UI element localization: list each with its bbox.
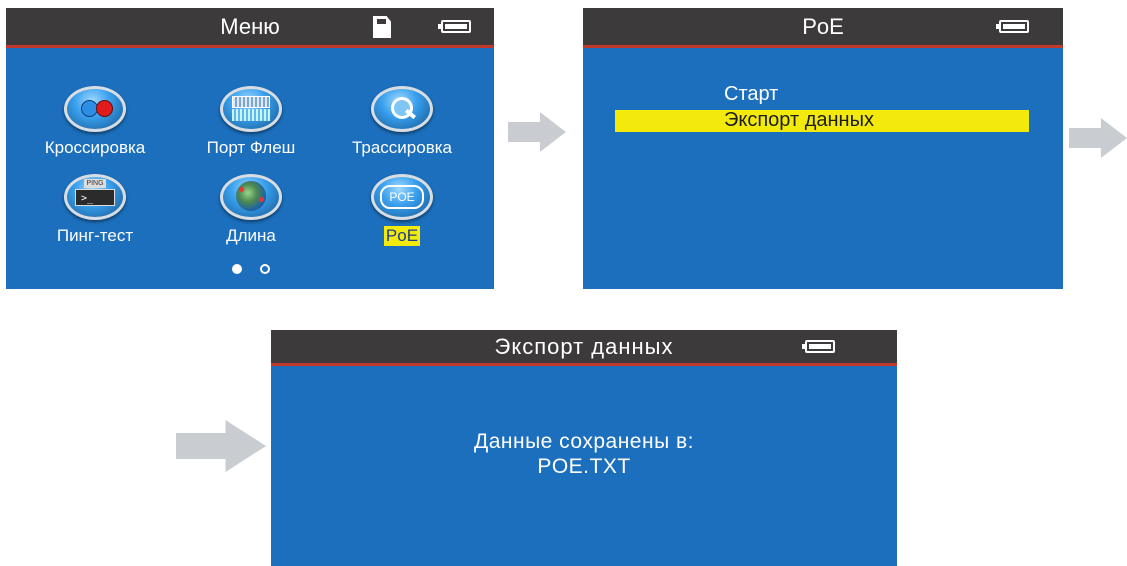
app-label: Трассировка bbox=[351, 138, 453, 157]
app-label-selected: PoE bbox=[383, 226, 421, 246]
trace-magnifier-icon bbox=[371, 86, 433, 132]
app-label: Длина bbox=[226, 226, 276, 245]
poe-titlebar: PoE bbox=[583, 8, 1063, 48]
page-indicator-active[interactable] bbox=[232, 264, 242, 274]
app-length[interactable]: Длина bbox=[176, 174, 326, 246]
menu-item-start[interactable]: Старт bbox=[724, 83, 778, 106]
export-title: Экспорт данных bbox=[494, 334, 674, 359]
poe-icon: POE bbox=[371, 174, 433, 220]
arrow-right-icon bbox=[176, 420, 266, 472]
export-filename: POE.TXT bbox=[537, 455, 631, 478]
poe-screen: PoE Старт Экспорт данных bbox=[583, 8, 1063, 289]
app-label: Порт Флеш bbox=[206, 138, 296, 157]
export-message-line1: Данные сохранены в: bbox=[473, 430, 695, 453]
port-flash-icon bbox=[220, 86, 282, 132]
battery-full-icon bbox=[996, 20, 1029, 33]
battery-full-icon bbox=[438, 20, 471, 33]
app-ping[interactable]: PING >_ Пинг-тест bbox=[20, 174, 170, 246]
app-port-flash[interactable]: Порт Флеш bbox=[176, 86, 326, 158]
wiremap-icon bbox=[64, 86, 126, 132]
menu-title: Меню bbox=[220, 14, 280, 39]
app-label: Кроссировка bbox=[44, 138, 146, 157]
sd-card-icon bbox=[373, 16, 391, 38]
ping-terminal-icon: PING >_ bbox=[64, 174, 126, 220]
globe-length-icon bbox=[220, 174, 282, 220]
export-titlebar: Экспорт данных bbox=[271, 330, 897, 366]
arrow-right-icon bbox=[508, 112, 566, 152]
app-trace[interactable]: Трассировка bbox=[327, 86, 477, 158]
app-poe[interactable]: POE PoE bbox=[327, 174, 477, 246]
menu-titlebar: Меню bbox=[6, 8, 494, 48]
arrow-right-icon bbox=[1069, 118, 1127, 158]
app-label: Пинг-тест bbox=[56, 226, 134, 245]
poe-title: PoE bbox=[802, 14, 844, 39]
page-indicator-inactive[interactable] bbox=[260, 264, 270, 274]
menu-screen: Меню Кроссировка Порт Флеш Трассировка P… bbox=[6, 8, 494, 289]
app-wiremap[interactable]: Кроссировка bbox=[20, 86, 170, 158]
battery-full-icon bbox=[802, 340, 835, 353]
export-screen: Экспорт данных Данные сохранены в: POE.T… bbox=[271, 330, 897, 566]
menu-item-export: Экспорт данных bbox=[724, 109, 874, 131]
